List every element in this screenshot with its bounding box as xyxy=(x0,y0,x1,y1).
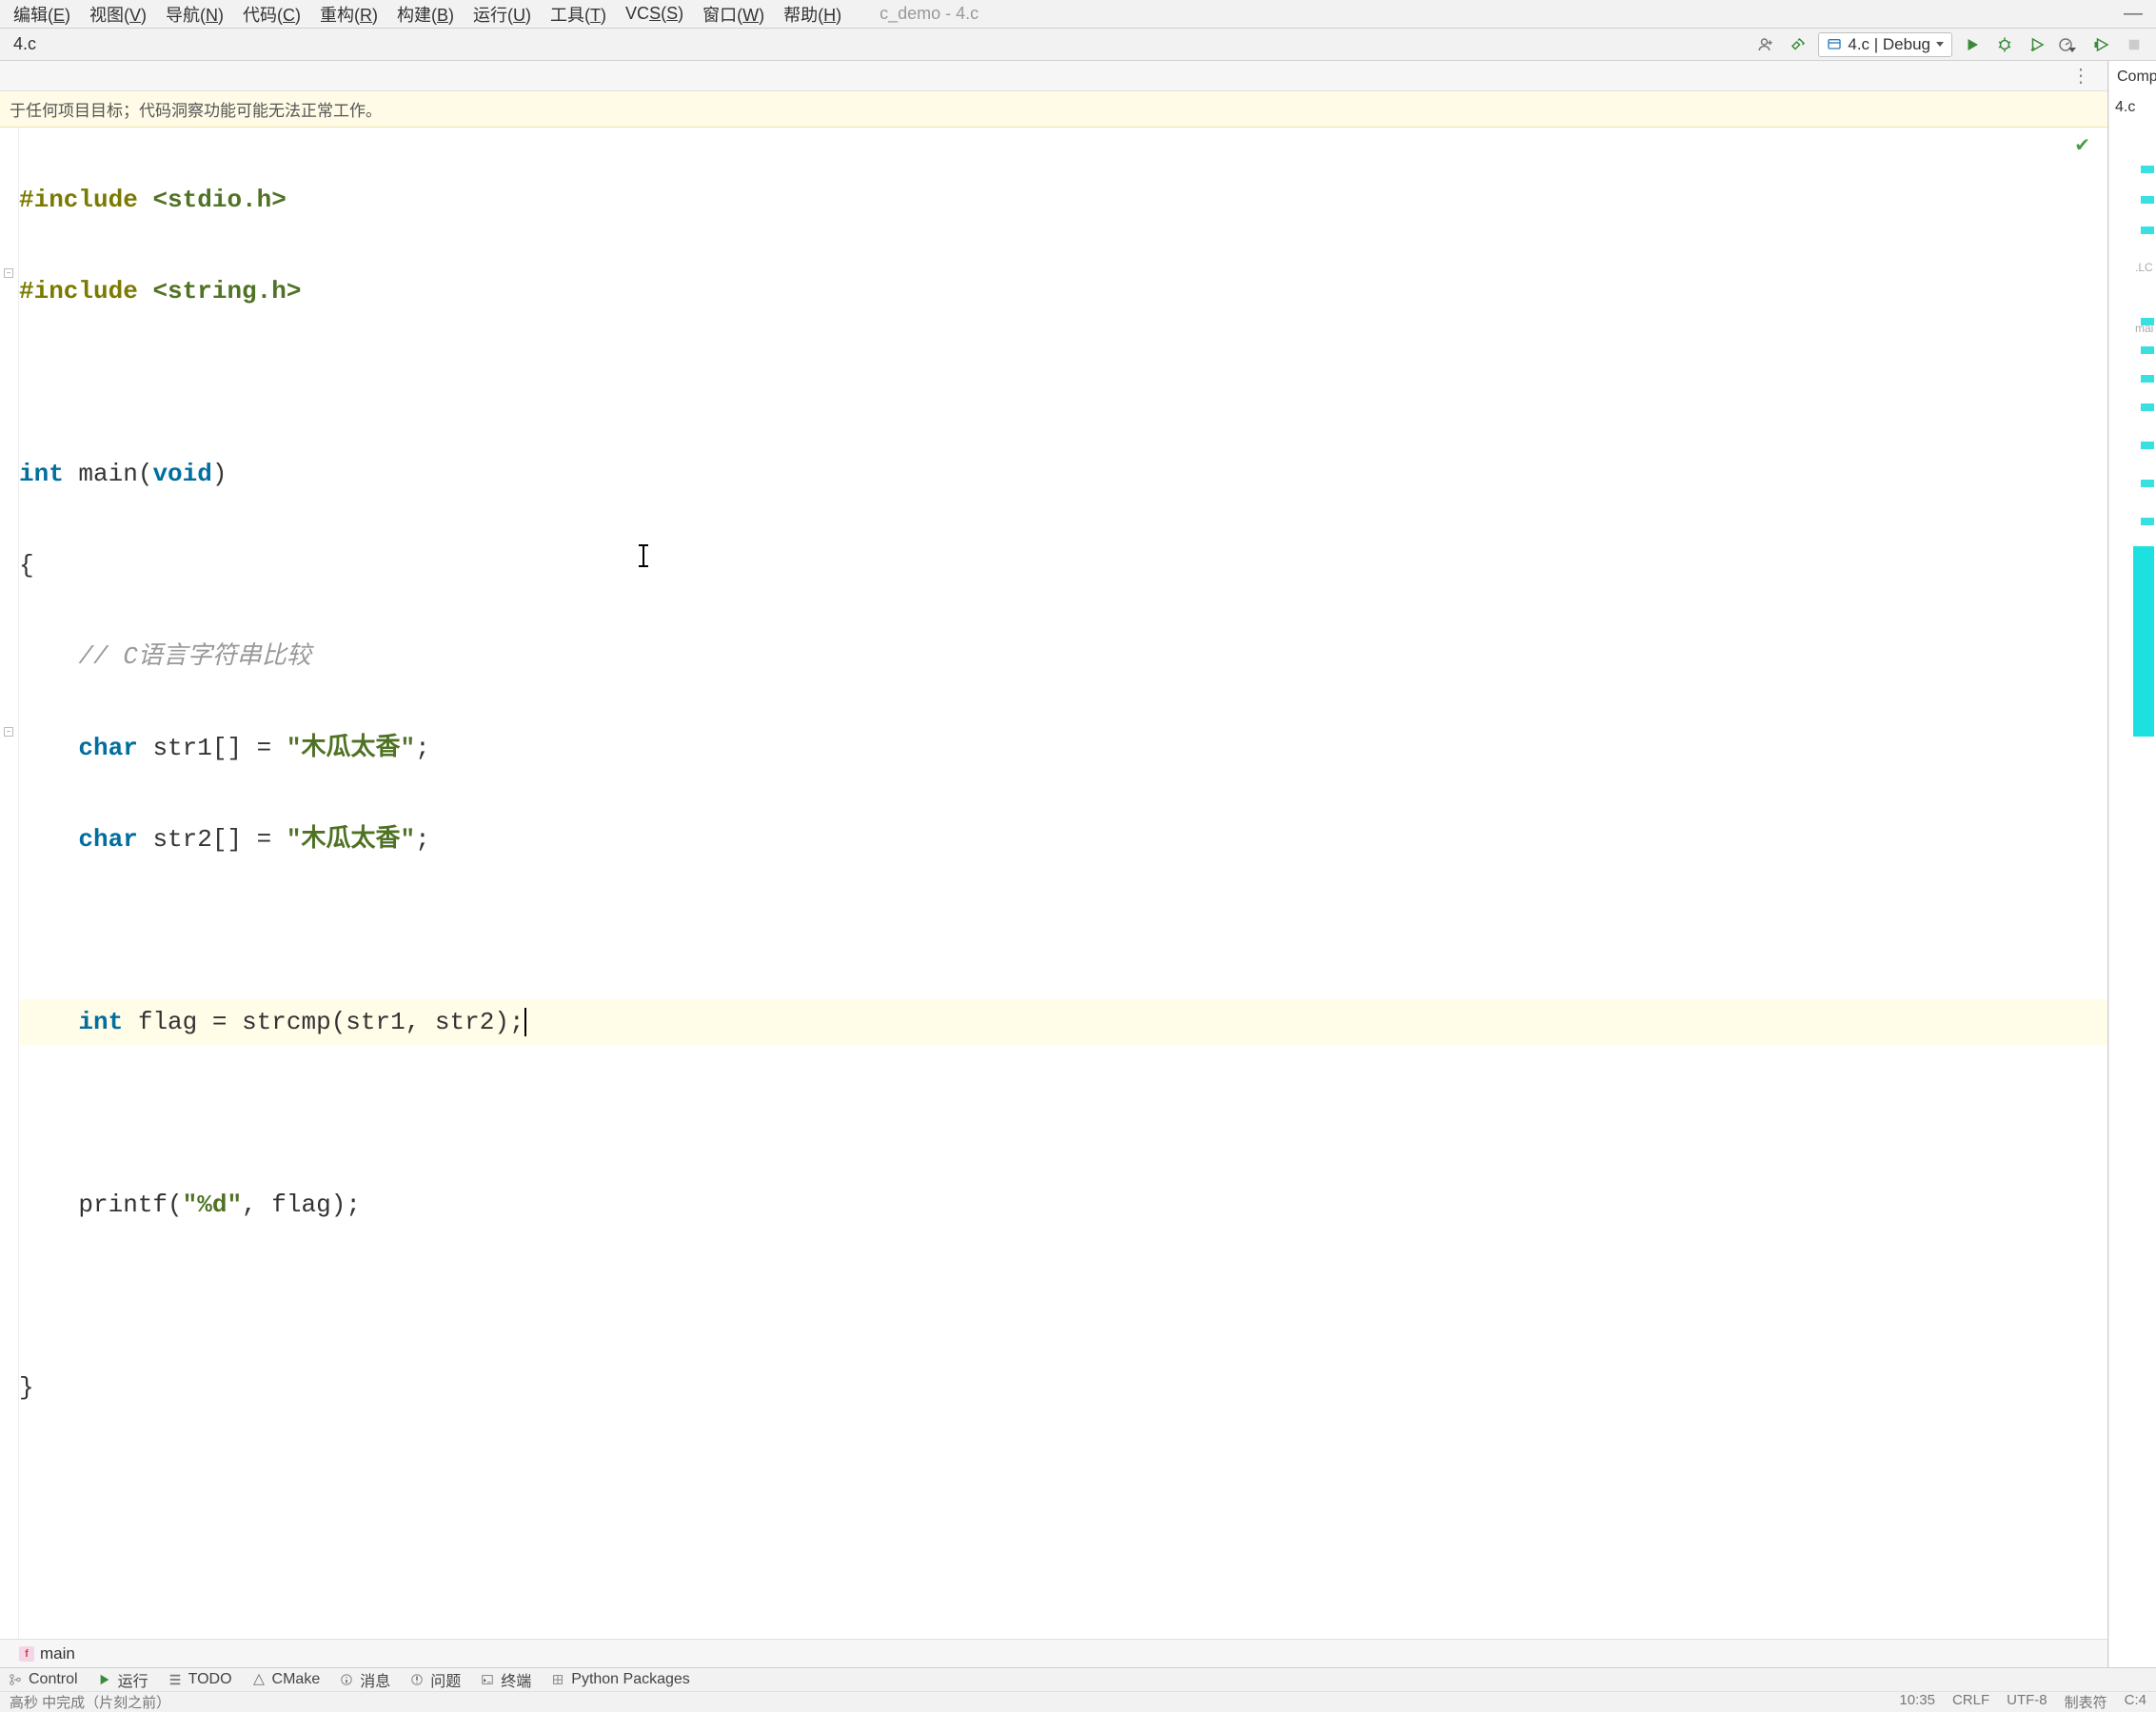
status-message: 高秒 中完成（片刻之前） xyxy=(10,1692,170,1712)
menu-build[interactable]: 构建(B) xyxy=(387,0,464,30)
menu-vcs[interactable]: VCS(S) xyxy=(616,0,693,28)
right-side-panel: Comp 4.c .LC mai xyxy=(2108,61,2156,1667)
menu-view[interactable]: 视图(V) xyxy=(80,0,156,30)
menu-navigate[interactable]: 导航(N) xyxy=(156,0,233,30)
menu-code[interactable]: 代码(C) xyxy=(233,0,310,30)
stop-button[interactable] xyxy=(2122,32,2146,57)
code-comment: // C语言字符串比较 xyxy=(78,642,310,671)
tool-window-bar: Control 运行 TODO CMake 消息 问题 终端 Python Pa… xyxy=(0,1667,2156,1691)
build-hammer-icon[interactable] xyxy=(1786,32,1810,57)
right-panel-file[interactable]: 4.c xyxy=(2115,99,2135,116)
coverage-button[interactable] xyxy=(2025,32,2049,57)
run-button[interactable] xyxy=(1960,32,1985,57)
attach-button[interactable] xyxy=(2089,32,2114,57)
tool-label: 问题 xyxy=(430,1668,461,1691)
tool-label: 消息 xyxy=(360,1668,390,1691)
code-token: strcmp(str1, str2) xyxy=(242,1008,509,1036)
menu-bar: 编辑(E) 视图(V) 导航(N) 代码(C) 重构(R) 构建(B) 运行(U… xyxy=(0,0,2156,29)
code-token: int xyxy=(19,460,64,488)
chevron-down-icon xyxy=(1936,42,1944,47)
branch-icon xyxy=(8,1672,23,1687)
context-indicator[interactable]: C:4 xyxy=(2125,1692,2146,1712)
add-user-icon[interactable] xyxy=(1753,32,1778,57)
run-config-selector[interactable]: 4.c | Debug xyxy=(1818,32,1952,57)
package-icon xyxy=(550,1672,565,1687)
code-token: #include xyxy=(19,277,152,305)
window-minimize-icon[interactable]: — xyxy=(2114,3,2152,25)
code-token: char xyxy=(78,734,137,762)
code-token: str1[] xyxy=(152,734,242,762)
terminal-icon xyxy=(480,1672,495,1687)
tool-run[interactable]: 运行 xyxy=(97,1668,148,1691)
code-token: "木瓜太香" xyxy=(287,734,415,762)
main-area: ⋮ 于任何项目目标；代码洞察功能可能无法正常工作。 − − #include <… xyxy=(0,61,2156,1667)
tool-label: CMake xyxy=(272,1671,321,1688)
tool-python-packages[interactable]: Python Packages xyxy=(550,1671,690,1688)
code-editor[interactable]: − − #include <stdio.h> #include <string.… xyxy=(0,128,2107,1639)
profile-button[interactable] xyxy=(2057,32,2082,57)
debug-button[interactable] xyxy=(1992,32,2017,57)
tool-problems[interactable]: 问题 xyxy=(409,1668,461,1691)
menu-window[interactable]: 窗口(W) xyxy=(693,0,774,30)
toolbar: 4.c 4.c | Debug xyxy=(0,29,2156,61)
tool-terminal[interactable]: 终端 xyxy=(480,1668,531,1691)
minimap[interactable]: .LC mai xyxy=(2133,166,2154,1667)
menu-refactor[interactable]: 重构(R) xyxy=(310,0,387,30)
warning-banner: 于任何项目目标；代码洞察功能可能无法正常工作。 xyxy=(0,91,2107,128)
code-token: <string.h> xyxy=(152,277,301,305)
breadcrumb-file[interactable]: 4.c xyxy=(0,29,49,60)
tool-label: 运行 xyxy=(118,1668,148,1691)
code-token: flag xyxy=(271,1191,330,1219)
editor-tab-bar: ⋮ xyxy=(0,61,2107,91)
breadcrumb-function[interactable]: main xyxy=(40,1644,75,1663)
tab-setting[interactable]: 制表符 xyxy=(2065,1692,2107,1712)
code-token: flag xyxy=(138,1008,197,1036)
code-token: str2[] xyxy=(152,825,242,854)
right-panel-label[interactable]: Comp xyxy=(2117,69,2156,86)
warn-icon xyxy=(409,1672,425,1687)
tool-messages[interactable]: 消息 xyxy=(339,1668,390,1691)
text-cursor-icon xyxy=(636,544,651,567)
code-token: void xyxy=(152,460,211,488)
code-token: int xyxy=(78,1008,123,1036)
info-icon xyxy=(339,1672,354,1687)
run-config-label: 4.c | Debug xyxy=(1848,35,1930,54)
code-token: "木瓜太香" xyxy=(287,825,415,854)
code-token: char xyxy=(78,825,137,854)
line-separator[interactable]: CRLF xyxy=(1952,1692,1989,1712)
tool-label: TODO xyxy=(188,1671,232,1688)
tool-cmake[interactable]: CMake xyxy=(251,1671,321,1688)
file-encoding[interactable]: UTF-8 xyxy=(2007,1692,2047,1712)
tool-todo[interactable]: TODO xyxy=(168,1671,232,1688)
tool-version-control[interactable]: Control xyxy=(8,1671,78,1688)
tool-label: Python Packages xyxy=(571,1671,690,1688)
breadcrumb: f main xyxy=(0,1639,2107,1667)
cursor-position[interactable]: 10:35 xyxy=(1899,1692,1935,1712)
code-token: main xyxy=(78,460,137,488)
code-token: "%d" xyxy=(183,1191,242,1219)
code-token: <stdio.h> xyxy=(152,186,286,214)
inspection-ok-icon[interactable]: ✔ xyxy=(2074,133,2090,157)
menu-help[interactable]: 帮助(H) xyxy=(774,0,851,30)
menu-edit[interactable]: 编辑(E) xyxy=(4,0,80,30)
play-icon xyxy=(97,1672,112,1687)
code-token: #include xyxy=(19,186,152,214)
tool-label: Control xyxy=(29,1671,78,1688)
code-area[interactable]: #include <stdio.h> #include <string.h> i… xyxy=(19,128,2107,1639)
run-controls: 4.c | Debug xyxy=(1753,32,2156,57)
tool-label: 终端 xyxy=(501,1668,531,1691)
window-title: c_demo - 4.c xyxy=(880,4,979,24)
function-icon: f xyxy=(19,1646,34,1662)
tab-options-icon[interactable]: ⋮ xyxy=(2071,64,2088,88)
menu-tools[interactable]: 工具(T) xyxy=(541,0,616,30)
editor-pane: ⋮ 于任何项目目标；代码洞察功能可能无法正常工作。 − − #include <… xyxy=(0,61,2108,1667)
list-icon xyxy=(168,1672,183,1687)
gutter: − − xyxy=(0,128,19,1639)
cmake-icon xyxy=(251,1672,267,1687)
code-token: printf xyxy=(78,1191,168,1219)
status-bar: 高秒 中完成（片刻之前） 10:35 CRLF UTF-8 制表符 C:4 xyxy=(0,1691,2156,1712)
menu-run[interactable]: 运行(U) xyxy=(464,0,541,30)
minimap-label: .LC xyxy=(2135,261,2153,274)
